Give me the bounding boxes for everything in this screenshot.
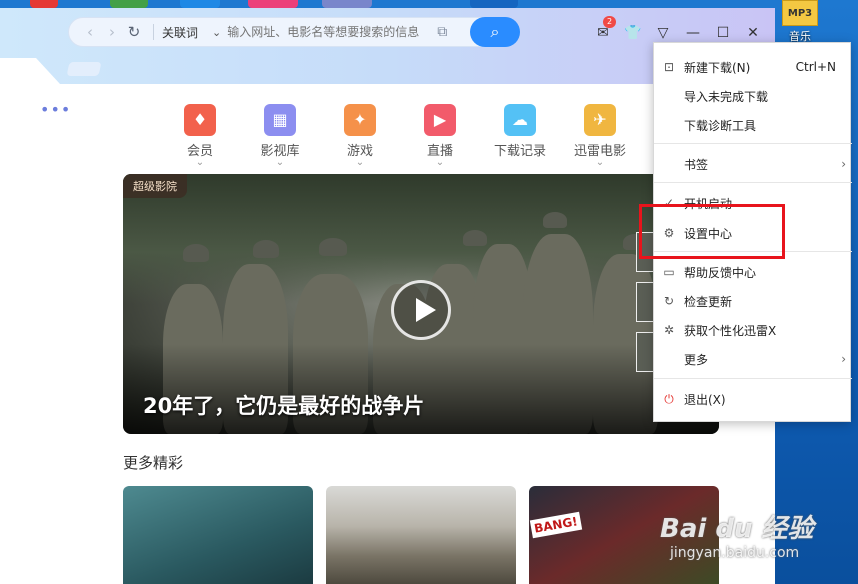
skin-icon[interactable]: 👕: [624, 24, 642, 42]
new-tab-button[interactable]: [66, 62, 102, 76]
category-download-history[interactable]: ☁ 下载记录: [480, 104, 560, 168]
play-icon[interactable]: [391, 280, 451, 340]
section-title: 更多精彩: [123, 454, 184, 472]
menu-divider: [654, 143, 852, 144]
taskbar-app-icon[interactable]: [248, 0, 298, 8]
chevron-down-icon: ⌄: [195, 157, 205, 168]
menu-item-label: 下载诊断工具: [684, 118, 757, 133]
menu-item-more[interactable]: 更多 ›: [654, 345, 852, 373]
refresh-icon: ↻: [663, 294, 675, 308]
search-input[interactable]: [227, 25, 428, 39]
menu-item-label: 检查更新: [684, 294, 733, 309]
banner-figure: [253, 240, 279, 258]
category-nav: ♦ 会员 ⌄ ▦ 影视库 ⌄ ✦ 游戏 ⌄ ▶ 直播 ⌄ ☁ 下载记录 ✈ 迅雷…: [160, 104, 720, 168]
keyword-label[interactable]: 关联词: [162, 24, 198, 41]
menu-item-label: 获取个性化迅雷X: [684, 323, 777, 338]
menu-divider: [654, 378, 852, 379]
close-icon[interactable]: ✕: [744, 24, 762, 42]
chevron-down-icon: ⌄: [595, 157, 605, 168]
minimize-icon[interactable]: —: [684, 24, 702, 42]
message-icon[interactable]: ✉ 2: [594, 16, 617, 42]
feedback-icon: ▭: [663, 265, 675, 279]
taskbar-strip: [0, 0, 775, 8]
menu-item-import-unfinished[interactable]: 导入未完成下载: [654, 82, 852, 110]
chevron-down-icon[interactable]: ⌄: [212, 26, 221, 39]
side-thumb[interactable]: [636, 332, 654, 372]
menu-shortcut: Ctrl+N: [795, 60, 836, 74]
taskbar-app-icon[interactable]: [180, 0, 220, 8]
watermark-logo: Bai du 经验: [660, 514, 814, 544]
banner-figure: [183, 244, 209, 262]
address-bar: ‹ › ↻ 关联词 ⌄ ⧉: [68, 17, 519, 47]
power-icon: ⏻: [664, 391, 674, 406]
taskbar-app-icon[interactable]: [110, 0, 148, 8]
menu-item-label: 书签: [684, 157, 709, 172]
category-label: 下载记录: [493, 144, 546, 159]
forward-icon[interactable]: ›: [101, 23, 123, 41]
chevron-down-icon: ⌄: [355, 157, 365, 168]
chevron-down-icon: ⌄: [275, 157, 285, 168]
menu-item-personalize[interactable]: ✲ 获取个性化迅雷X: [654, 316, 852, 344]
active-tab[interactable]: [0, 58, 60, 84]
menu-divider: [654, 182, 852, 183]
chevron-down-icon: ⌄: [435, 157, 445, 168]
desktop-icon-music[interactable]: MP3 音乐: [778, 0, 822, 44]
window-controls: ✉ 2 👕 ▽ — ☐ ✕: [594, 16, 762, 42]
menu-item-label: 退出(X): [684, 392, 726, 407]
category-live[interactable]: ▶ 直播 ⌄: [400, 104, 480, 168]
favorite-icon[interactable]: ⧉: [437, 24, 447, 40]
chevron-right-icon: ›: [841, 352, 846, 366]
category-vip[interactable]: ♦ 会员 ⌄: [160, 104, 240, 168]
category-games[interactable]: ✦ 游戏 ⌄: [320, 104, 400, 168]
back-icon[interactable]: ‹: [79, 23, 101, 41]
search-icon: ⌕: [490, 22, 500, 41]
maximize-icon[interactable]: ☐: [714, 24, 732, 42]
banner-tag: 超级影院: [123, 174, 187, 198]
menu-item-new-download[interactable]: ⊡ 新建下载(N) Ctrl+N: [654, 53, 852, 81]
menu-item-label: 导入未完成下载: [684, 89, 769, 104]
taskbar-app-icon[interactable]: [470, 0, 518, 8]
content-thumbnail[interactable]: [123, 486, 313, 584]
chevron-right-icon: ›: [841, 157, 846, 171]
category-thunder-movie[interactable]: ✈ 迅雷电影 ⌄: [560, 104, 640, 168]
menu-item-help-feedback[interactable]: ▭ 帮助反馈中心: [654, 258, 852, 286]
menu-item-bookmarks[interactable]: 书签 ›: [654, 150, 852, 178]
more-dots-icon[interactable]: •••: [40, 100, 71, 119]
hero-banner[interactable]: 超级影院 20年了，它仍是最好的战争片: [123, 174, 719, 434]
menu-item-label: 新建下载(N): [684, 60, 751, 75]
cloud-icon: ☁: [504, 104, 536, 136]
banner-figure: [543, 212, 567, 228]
thumbnail-text: BANG!: [529, 511, 582, 539]
bird-icon: ✈: [584, 104, 616, 136]
banner-figure: [463, 230, 487, 246]
taskbar-app-icon[interactable]: [30, 0, 58, 8]
menu-item-check-update[interactable]: ↻ 检查更新: [654, 287, 852, 315]
refresh-icon[interactable]: ↻: [123, 23, 145, 41]
menu-item-diagnostic-tool[interactable]: 下载诊断工具: [654, 111, 852, 139]
highlight-box: [639, 204, 785, 259]
search-button[interactable]: ⌕: [470, 17, 520, 47]
tv-icon: ▶: [424, 104, 456, 136]
baidu-watermark: Bai du 经验 jingyan.baidu.com: [660, 508, 850, 561]
menu-item-exit[interactable]: ⏻ 退出(X): [654, 385, 852, 413]
side-thumb[interactable]: [636, 282, 654, 322]
new-download-icon: ⊡: [663, 60, 675, 74]
category-film-library[interactable]: ▦ 影视库 ⌄: [240, 104, 320, 168]
banner-shade: [123, 344, 719, 434]
film-icon: ▦: [264, 104, 296, 136]
watermark-url: jingyan.baidu.com: [670, 545, 800, 561]
notification-badge: 2: [603, 16, 617, 28]
content-thumbnail[interactable]: [326, 486, 516, 584]
mp3-icon: MP3: [782, 0, 818, 26]
divider: [153, 24, 154, 40]
banner-caption: 20年了，它仍是最好的战争片: [143, 394, 425, 418]
sparkle-icon: ✲: [663, 323, 675, 337]
menu-item-label: 帮助反馈中心: [684, 265, 757, 280]
taskbar-app-icon[interactable]: [322, 0, 372, 8]
diamond-icon: ♦: [184, 104, 216, 136]
banner-figure: [319, 238, 347, 256]
menu-item-label: 更多: [684, 352, 709, 367]
gamepad-icon: ✦: [344, 104, 376, 136]
main-menu-icon[interactable]: ▽: [654, 24, 672, 42]
